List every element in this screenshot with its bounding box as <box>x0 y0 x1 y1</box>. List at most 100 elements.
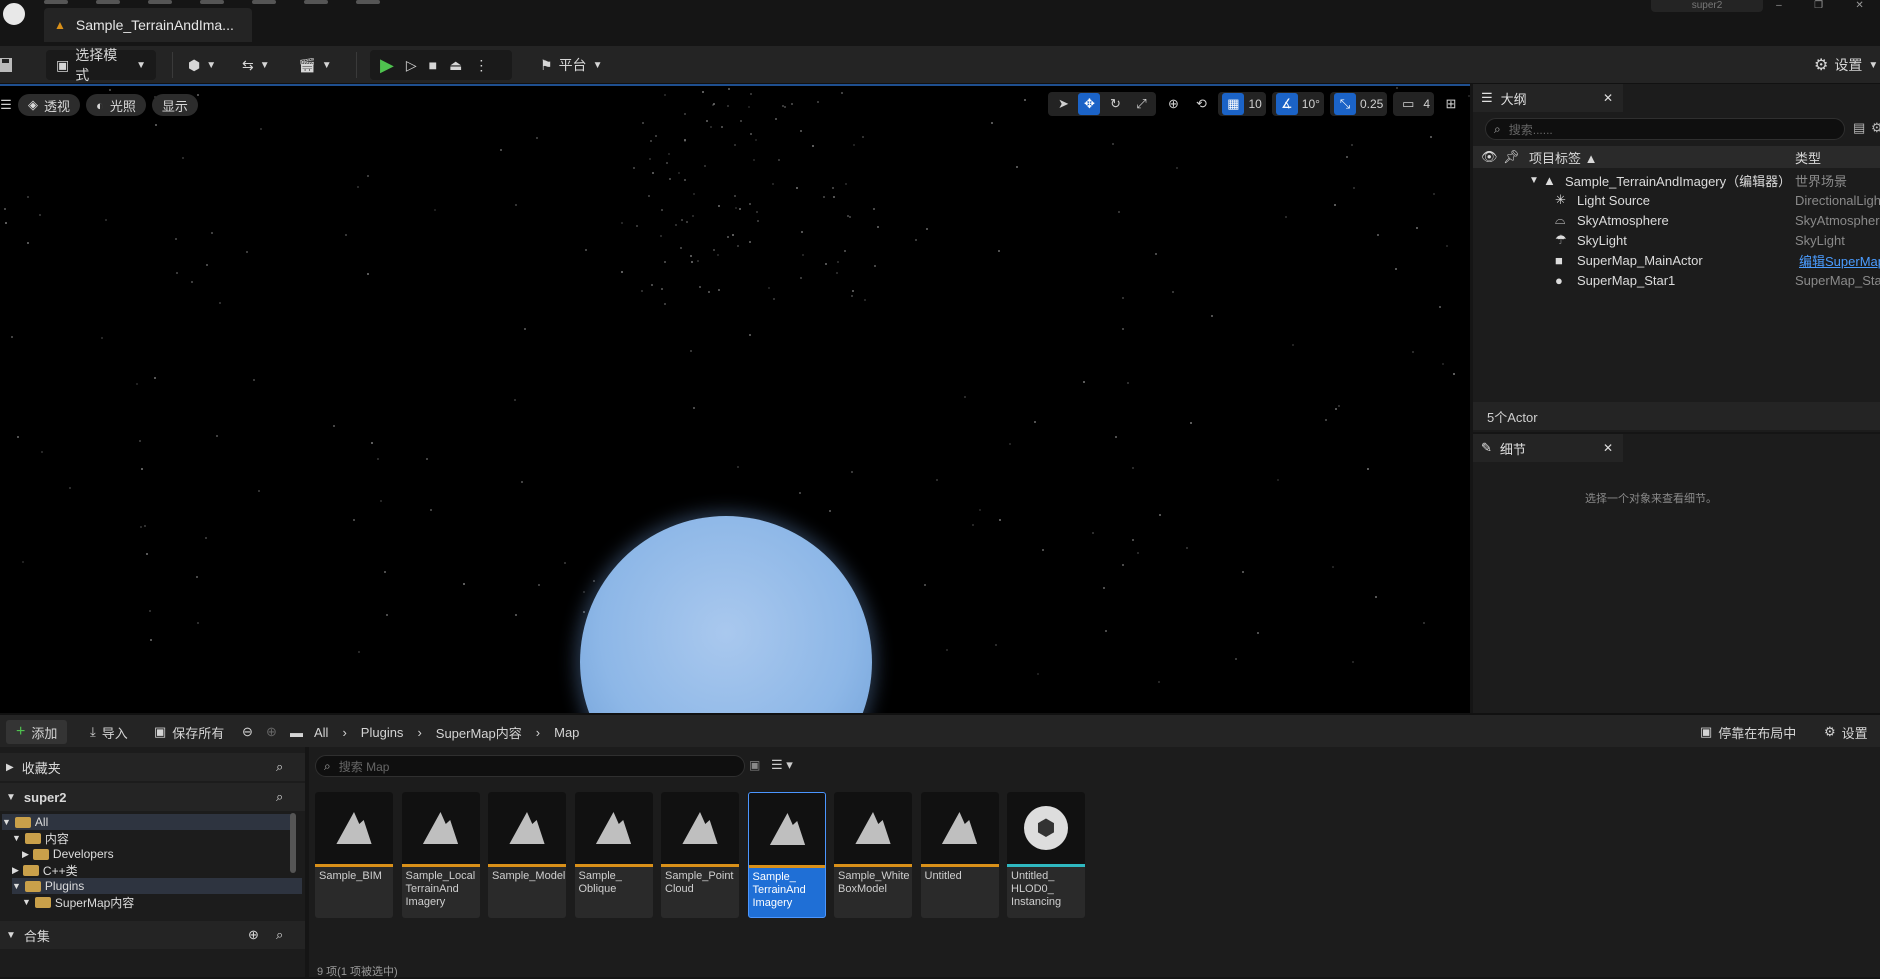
breadcrumb-supermap[interactable]: SuperMap内容 <box>436 723 522 742</box>
tree-scrollbar[interactable] <box>290 813 296 873</box>
add-collection-icon[interactable]: ⊕ <box>248 927 259 943</box>
save-search-icon[interactable]: ▣ <box>749 758 760 772</box>
tree-item-content[interactable]: ▼ 内容 <box>12 830 302 846</box>
grid-snap[interactable]: ▦ 10 <box>1218 92 1266 116</box>
cinematics-button[interactable]: 🎬︎ ▼ <box>298 50 332 80</box>
play-icon[interactable]: ▶ <box>380 55 394 76</box>
outliner-row-sky-atmosphere[interactable]: ⌓ SkyAtmosphere SkyAtmosphere <box>1473 210 1880 230</box>
outliner-tab[interactable]: ☰ 大纲 ✕ <box>1473 84 1623 112</box>
folder-icon[interactable]: ▬ <box>290 720 303 744</box>
select-mode-button[interactable]: ▣ 选择模式 ▼ <box>46 47 156 83</box>
rotation-snap[interactable]: ∡ 10° <box>1271 92 1324 116</box>
stop-icon[interactable]: ■ <box>429 57 437 73</box>
breadcrumb-all[interactable]: All <box>314 725 328 740</box>
surface-snap-icon[interactable]: ⟲ <box>1190 93 1212 115</box>
forward-icon[interactable]: ⊕ <box>266 720 277 744</box>
outliner-row-sky-light[interactable]: ☂ SkyLight SkyLight <box>1473 230 1880 250</box>
asset-tile[interactable]: Sample_ Oblique <box>574 792 653 918</box>
collections-section[interactable]: ▼ 合集 ⊕ ⌕ <box>0 921 305 949</box>
hamburger-menu-icon[interactable]: ☰ <box>0 94 12 116</box>
chevron-right-icon[interactable]: › <box>342 725 346 740</box>
search-icon[interactable]: ⌕ <box>276 927 283 943</box>
star <box>660 234 663 237</box>
scale-snap[interactable]: ⤡ 0.25 <box>1329 92 1388 116</box>
column-type-header[interactable]: 类型 <box>1795 148 1821 167</box>
outliner-settings-icon[interactable]: ⚙ <box>1871 120 1880 136</box>
search-icon[interactable]: ⌕ <box>276 759 283 775</box>
rotate-icon[interactable]: ↻ <box>1104 93 1126 115</box>
chevron-right-icon[interactable]: › <box>417 725 421 740</box>
project-section[interactable]: ▼ super2 ⌕ <box>0 783 305 811</box>
asset-tile[interactable]: Sample_White BoxModel <box>834 792 912 918</box>
advance-frame-icon[interactable]: ▷ <box>406 57 417 74</box>
add-button[interactable]: + 添加 <box>6 720 68 744</box>
filter-icon[interactable]: ☰ ▾ <box>771 757 793 773</box>
expand-arrow-icon[interactable]: ▼ <box>1529 175 1539 186</box>
breadcrumb-plugins[interactable]: Plugins <box>361 725 404 740</box>
search-icon[interactable]: ⌕ <box>276 789 283 805</box>
tree-item-developers[interactable]: ▶ Developers <box>22 846 312 862</box>
unreal-logo-icon[interactable] <box>0 0 28 28</box>
menu-bar[interactable] <box>44 0 380 6</box>
star <box>872 208 875 211</box>
tree-item-cpp[interactable]: ▶ C++类 <box>12 862 302 878</box>
restore-icon[interactable]: ❐ <box>1814 0 1823 11</box>
save-icon[interactable] <box>0 50 14 80</box>
pin-icon[interactable]: 📌︎ <box>1503 149 1520 165</box>
show-button[interactable]: 显示 <box>151 94 198 116</box>
asset-tile[interactable]: ⬢ Untitled_ HLOD0_ Instancing <box>1007 792 1085 918</box>
outliner-search-input[interactable]: ⌕ 搜索...... <box>1485 118 1845 140</box>
camera-speed[interactable]: ▭ 4 <box>1393 92 1434 116</box>
star <box>26 195 29 198</box>
breadcrumb-map[interactable]: Map <box>554 725 579 740</box>
add-actor-button[interactable]: ⬢ ▼ <box>188 50 216 80</box>
level-viewport[interactable]: ☰ ◈ 透视 ◐ 光照 显示 ➤ ✥ ↻ ⤢ ⊕ ⟲ ▦ 10 ∡ 10° ⤡ … <box>0 84 1470 713</box>
minimize-icon[interactable]: – <box>1776 0 1782 11</box>
lighting-button[interactable]: ◐ 光照 <box>86 94 146 116</box>
asset-tile[interactable]: Sample_Local TerrainAnd Imagery <box>401 792 480 918</box>
asset-tile[interactable]: Sample_BIM <box>315 792 393 918</box>
visibility-icon[interactable]: 👁︎ <box>1481 149 1498 165</box>
favorites-section[interactable]: ▶ 收藏夹 ⌕ <box>0 753 305 781</box>
close-icon[interactable]: ✕ <box>1603 441 1613 455</box>
asset-tile[interactable]: Sample_Point Cloud <box>661 792 739 918</box>
window-controls[interactable]: – ❐ ✕ <box>1760 0 1880 11</box>
close-window-icon[interactable]: ✕ <box>1855 0 1863 11</box>
more-options-icon[interactable]: ⋮ <box>474 57 488 74</box>
asset-tile[interactable]: Untitled <box>920 792 999 918</box>
world-local-icon[interactable]: ⊕ <box>1162 93 1184 115</box>
select-cursor-icon[interactable]: ➤ <box>1052 93 1074 115</box>
layout-icon[interactable]: ⊞ <box>1440 93 1462 115</box>
add-folder-icon[interactable]: ▤ <box>1853 120 1865 136</box>
import-button[interactable]: ⤓ 导入 <box>90 720 128 744</box>
level-tab[interactable]: ▲ Sample_TerrainAndIma... <box>44 8 252 42</box>
platform-button[interactable]: ⚑ 平台 ▼ <box>540 50 602 80</box>
close-icon[interactable]: ✕ <box>1603 91 1613 105</box>
cb-settings-button[interactable]: ⚙ 设置 <box>1824 720 1868 744</box>
eject-icon[interactable]: ⏏ <box>449 57 462 74</box>
dock-in-layout-button[interactable]: ▣ 停靠在布局中 <box>1700 720 1796 744</box>
settings-button[interactable]: ⚙ 设置 ▼ <box>1814 50 1878 80</box>
translate-icon[interactable]: ✥ <box>1078 93 1101 115</box>
perspective-button[interactable]: ◈ 透视 <box>18 94 81 116</box>
tree-item-plugins[interactable]: ▼ Plugins <box>12 878 302 894</box>
asset-search-input[interactable]: ⌕ 搜索 Map <box>315 755 745 777</box>
details-tab[interactable]: ✎ 细节 ✕ <box>1473 434 1623 462</box>
star <box>218 302 221 305</box>
outliner-row-light-source[interactable]: ✳ Light Source DirectionalLigh <box>1473 190 1880 210</box>
blueprint-button[interactable]: ⇆ ▼ <box>242 50 270 80</box>
scale-icon[interactable]: ⤢ <box>1130 93 1152 115</box>
chevron-right-icon[interactable]: › <box>536 725 540 740</box>
asset-tile[interactable]: Sample_ TerrainAnd Imagery <box>747 792 826 918</box>
asset-tile[interactable]: Sample_Model <box>488 792 566 918</box>
column-label-header[interactable]: 项目标签 ▲ <box>1529 148 1598 167</box>
outliner-row-star[interactable]: ● SuperMap_Star1 SuperMap_Sta <box>1473 270 1880 290</box>
edit-supermap-link[interactable]: 编辑SuperMap <box>1799 251 1880 270</box>
tree-item-supermap[interactable]: ▼ SuperMap内容 <box>22 894 312 910</box>
back-icon[interactable]: ⊖ <box>242 720 253 744</box>
tree-item-all[interactable]: ▼ All <box>2 814 292 830</box>
save-all-button[interactable]: ▣ 保存所有 <box>154 720 224 744</box>
star <box>801 231 804 234</box>
outliner-row-main-actor[interactable]: ■ SuperMap_MainActor 编辑SuperMap <box>1473 250 1880 270</box>
outliner-row-world[interactable]: ▼ ▲ Sample_TerrainAndImagery（编辑器） 世界场景 <box>1473 170 1880 190</box>
